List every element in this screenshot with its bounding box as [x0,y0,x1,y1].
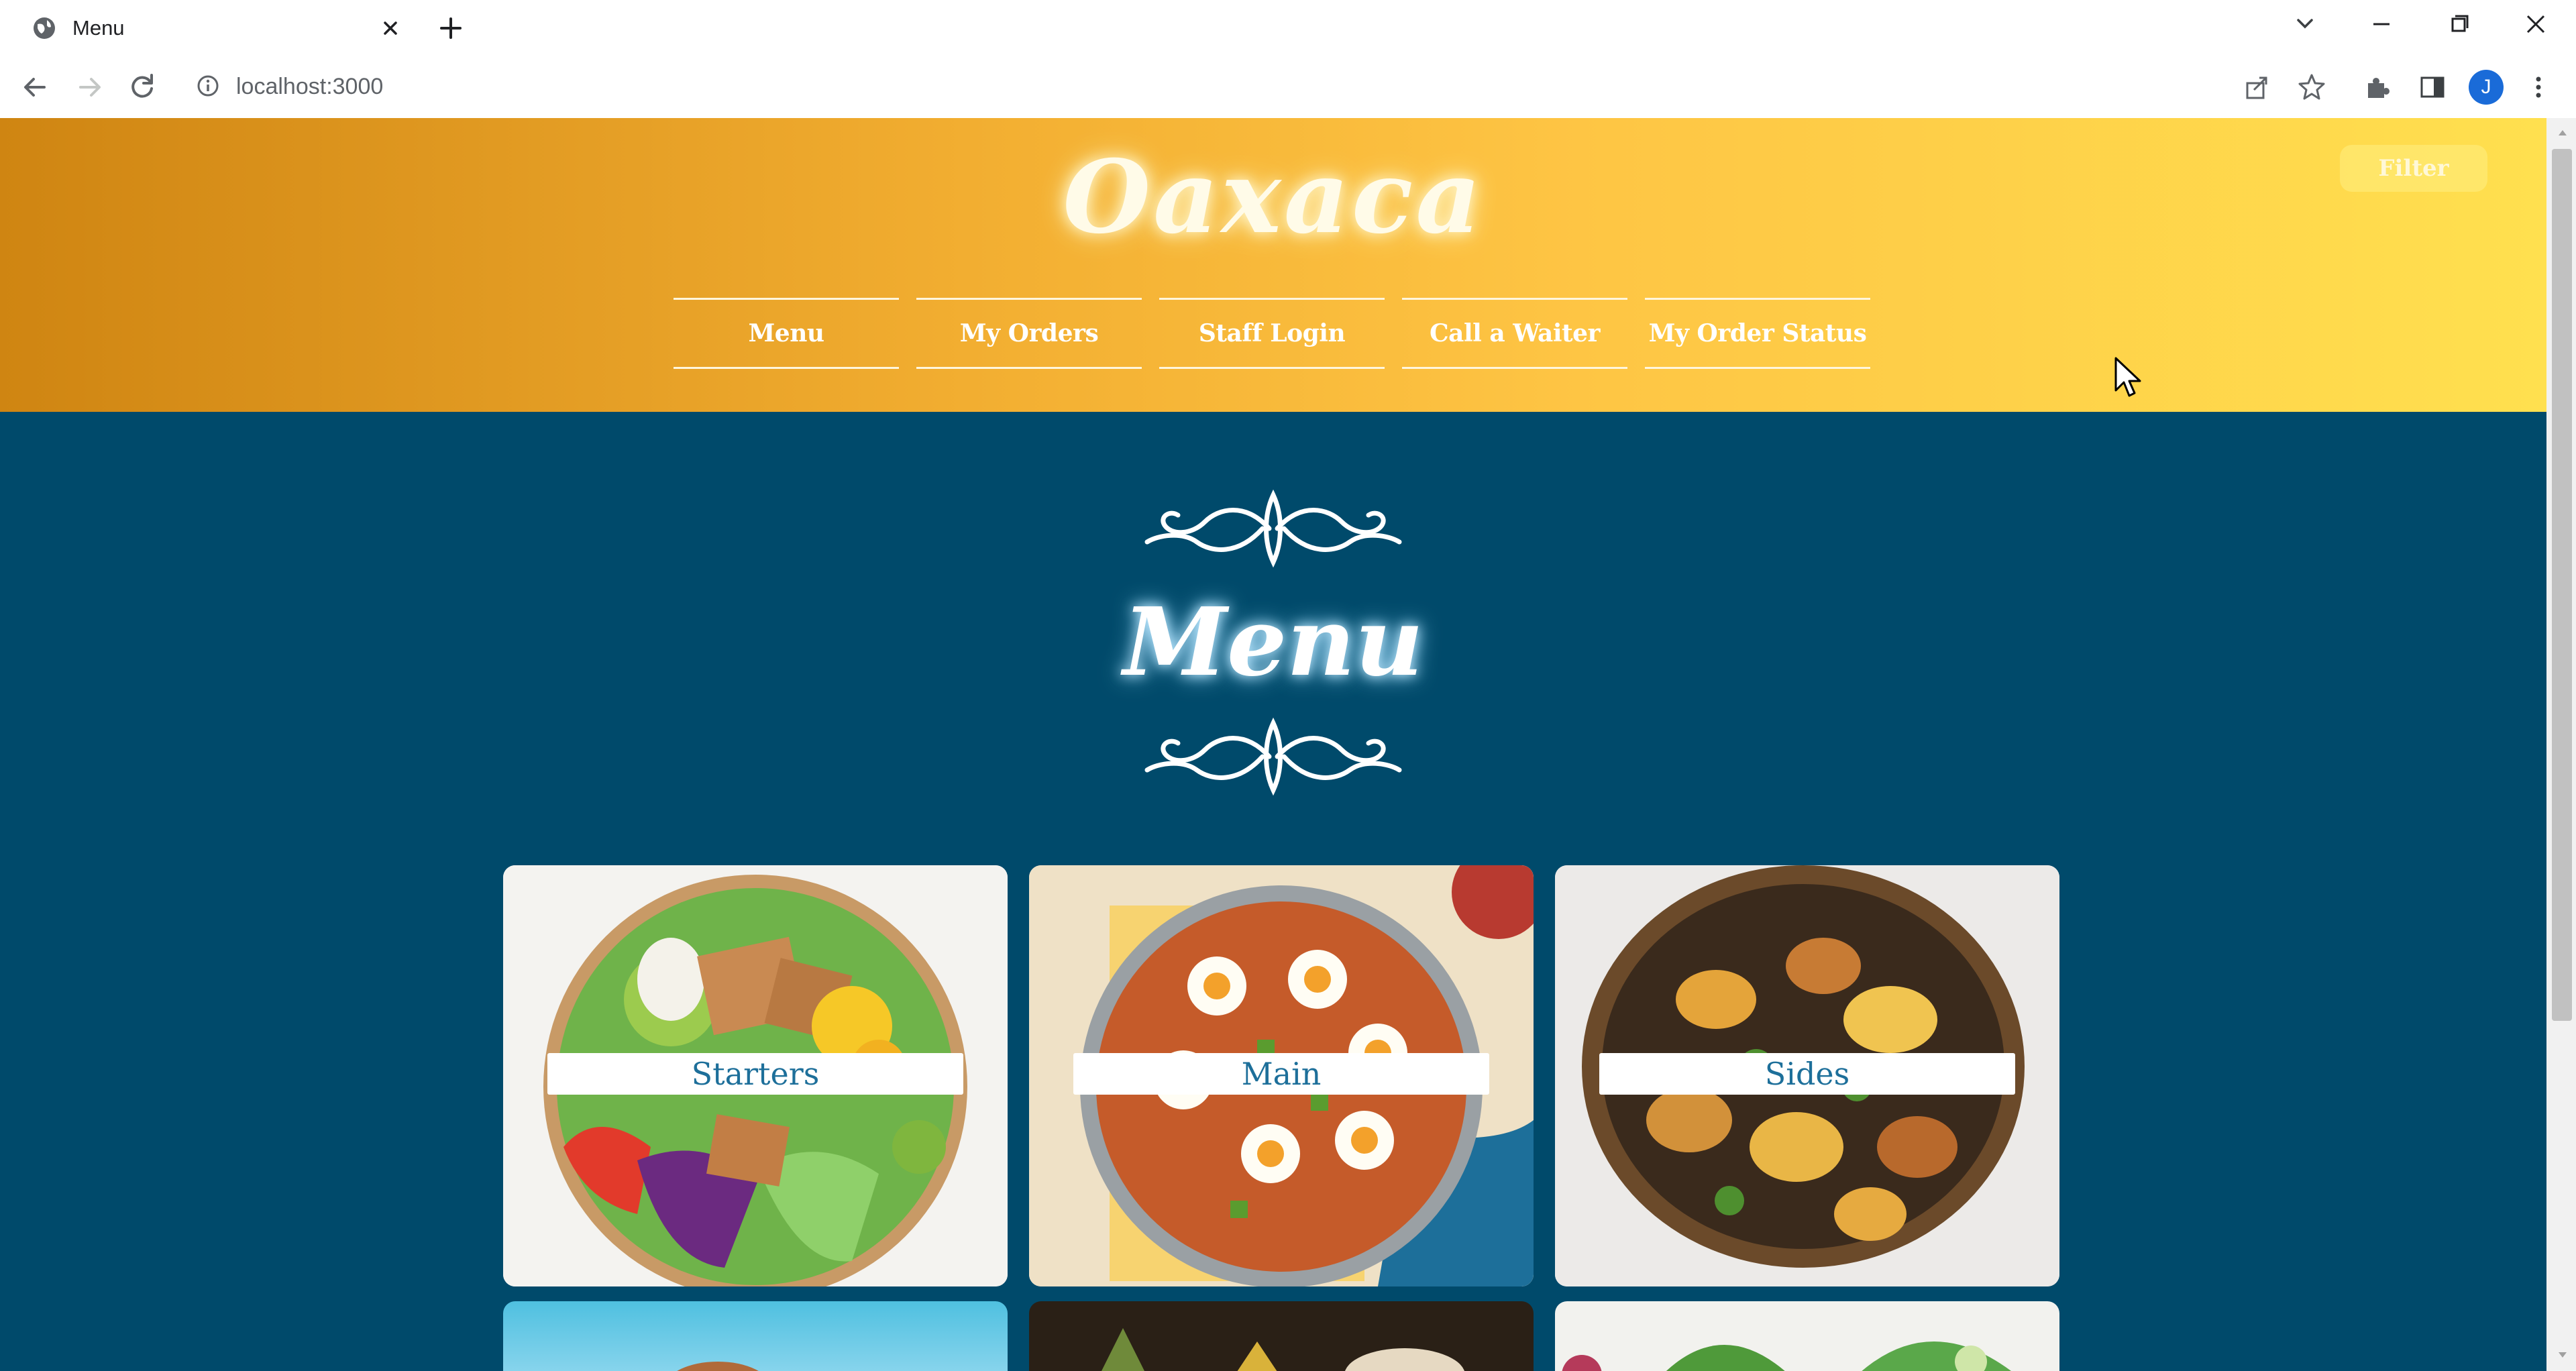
mouse-cursor-icon [2114,357,2141,397]
browser-toolbar: localhost:3000 J [0,54,2576,118]
menu-title: Menu [1123,588,1424,698]
flourish-ornament-top [1144,489,1402,568]
main-nav: Menu My Orders Staff Login Call a Waiter… [674,298,1870,369]
category-label-main: Main [1073,1053,1489,1095]
minimize-icon[interactable] [2361,7,2402,42]
address-bar[interactable]: localhost:3000 [236,71,383,102]
vegetables-image [1562,1341,2011,1371]
site-info-icon[interactable] [195,72,221,99]
category-card-partial-2[interactable] [1029,1301,1534,1371]
page-content: Oaxaca Filter Menu My Orders Staff Login… [0,118,2546,1371]
back-arrow-icon[interactable] [17,70,52,105]
category-label-starters: Starters [547,1053,963,1095]
scroll-down-icon[interactable] [2553,1346,2572,1364]
scroll-up-icon[interactable] [2553,123,2572,142]
category-card-main[interactable]: Main [1029,865,1534,1286]
dessert-image [1102,1328,1464,1371]
filter-button[interactable]: Filter [2340,145,2487,192]
category-card-partial-1[interactable] [503,1301,1008,1371]
category-card-partial-3[interactable] [1555,1301,2059,1371]
site-header: Oaxaca Filter Menu My Orders Staff Login… [0,118,2546,412]
close-tab-icon[interactable] [376,13,405,43]
nav-call-a-waiter[interactable]: Call a Waiter [1402,298,1627,369]
nav-my-order-status[interactable]: My Order Status [1645,298,1870,369]
category-label-sides: Sides [1599,1053,2015,1095]
tab-search-chevron-icon[interactable] [2285,7,2325,42]
more-options-icon[interactable] [2521,70,2556,105]
extensions-icon[interactable] [2360,70,2395,105]
category-card-sides[interactable]: Sides [1555,865,2059,1286]
side-panel-icon[interactable] [2415,70,2450,105]
close-window-icon[interactable] [2516,7,2556,42]
globe-icon [34,17,55,39]
scrollbar-thumb[interactable] [2552,149,2572,1021]
reload-icon[interactable] [125,70,160,105]
drink-image [677,1362,759,1371]
category-card-starters[interactable]: Starters [503,865,1008,1286]
brand-logo[interactable]: Oaxaca [0,138,2546,256]
share-icon[interactable] [2239,70,2274,105]
profile-avatar[interactable]: J [2469,70,2504,105]
bookmark-star-icon[interactable] [2294,70,2329,105]
flourish-ornament-bottom [1144,717,1402,796]
browser-tab-strip: Menu [0,0,2576,54]
forward-arrow-icon[interactable] [72,70,107,105]
browser-tab[interactable]: Menu [13,5,416,48]
nav-my-orders[interactable]: My Orders [916,298,1142,369]
tab-title: Menu [72,16,125,40]
new-tab-icon[interactable] [433,11,468,46]
restore-icon[interactable] [2439,7,2479,42]
nav-menu[interactable]: Menu [674,298,899,369]
nav-staff-login[interactable]: Staff Login [1159,298,1385,369]
